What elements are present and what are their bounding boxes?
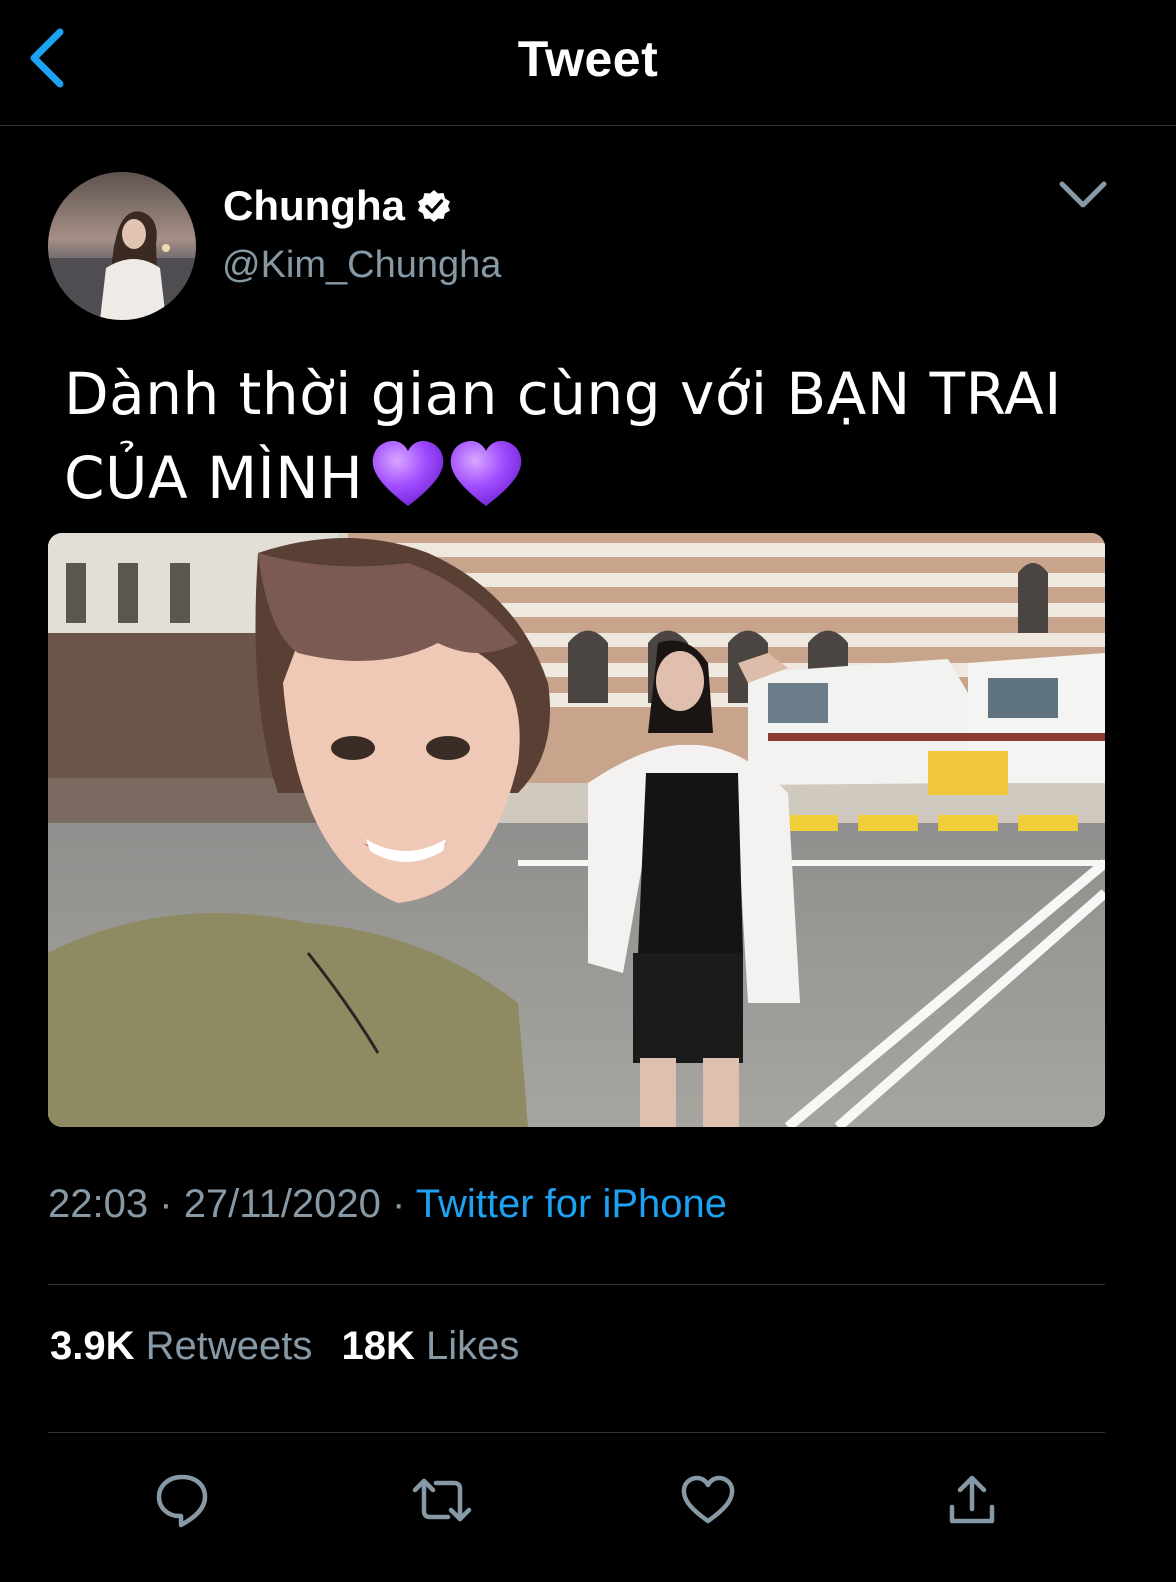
- tweet-time: 22:03: [48, 1182, 149, 1226]
- page-title: Tweet: [517, 31, 659, 87]
- user-handle[interactable]: @Kim_Chungha: [222, 244, 501, 287]
- like-icon: [681, 1475, 735, 1524]
- avatar-image: [48, 172, 196, 320]
- divider: [48, 1284, 1105, 1285]
- display-name-text: Chungha: [223, 182, 405, 229]
- retweet-icon: [412, 1478, 472, 1522]
- tweet-text-line-2-text: CỦA MÌNH: [64, 444, 364, 512]
- display-name[interactable]: Chungha: [223, 182, 451, 230]
- photo-image: [48, 533, 1105, 1127]
- tweet-stats: 3.9K Retweets 18K Likes: [50, 1324, 519, 1369]
- purple-heart-icon: [450, 441, 522, 506]
- meta-separator-2: ·: [392, 1182, 406, 1226]
- share-button[interactable]: [942, 1472, 1002, 1528]
- nav-bar: Tweet: [0, 0, 1176, 126]
- likes-count: 18K: [341, 1324, 415, 1368]
- retweet-button[interactable]: [412, 1472, 472, 1528]
- tweet-photo[interactable]: [48, 533, 1105, 1127]
- reply-button[interactable]: [152, 1472, 212, 1528]
- divider: [48, 1432, 1105, 1433]
- likes-stat[interactable]: 18K Likes: [342, 1324, 520, 1369]
- tweet-options-button[interactable]: [1056, 172, 1110, 218]
- tweet-text: Dành thời gian cùng với BẠN TRAI CỦA MÌN…: [64, 352, 1144, 530]
- meta-separator: ·: [159, 1182, 173, 1226]
- verified-badge-icon: [417, 190, 450, 222]
- purple-heart-icon: [372, 441, 444, 506]
- chevron-down-icon: [1059, 181, 1107, 208]
- tweet-text-line-1: Dành thời gian cùng với BẠN TRAI: [64, 360, 1062, 428]
- retweets-count: 3.9K: [50, 1324, 135, 1368]
- like-button[interactable]: [678, 1472, 738, 1528]
- tweet-date: 27/11/2020: [183, 1182, 381, 1226]
- share-icon: [949, 1475, 995, 1524]
- retweets-stat[interactable]: 3.9K Retweets: [50, 1324, 312, 1369]
- purple-heart-emoji-group: [369, 440, 525, 530]
- likes-label: Likes: [426, 1324, 520, 1368]
- tweet-text-line-2: CỦA MÌNH: [64, 436, 1144, 530]
- avatar[interactable]: [48, 172, 196, 320]
- retweets-label: Retweets: [145, 1324, 313, 1368]
- tweet-source-link[interactable]: Twitter for iPhone: [416, 1182, 727, 1226]
- reply-icon: [156, 1474, 208, 1528]
- tweet-meta: 22:03 · 27/11/2020 · Twitter for iPhone: [48, 1182, 727, 1227]
